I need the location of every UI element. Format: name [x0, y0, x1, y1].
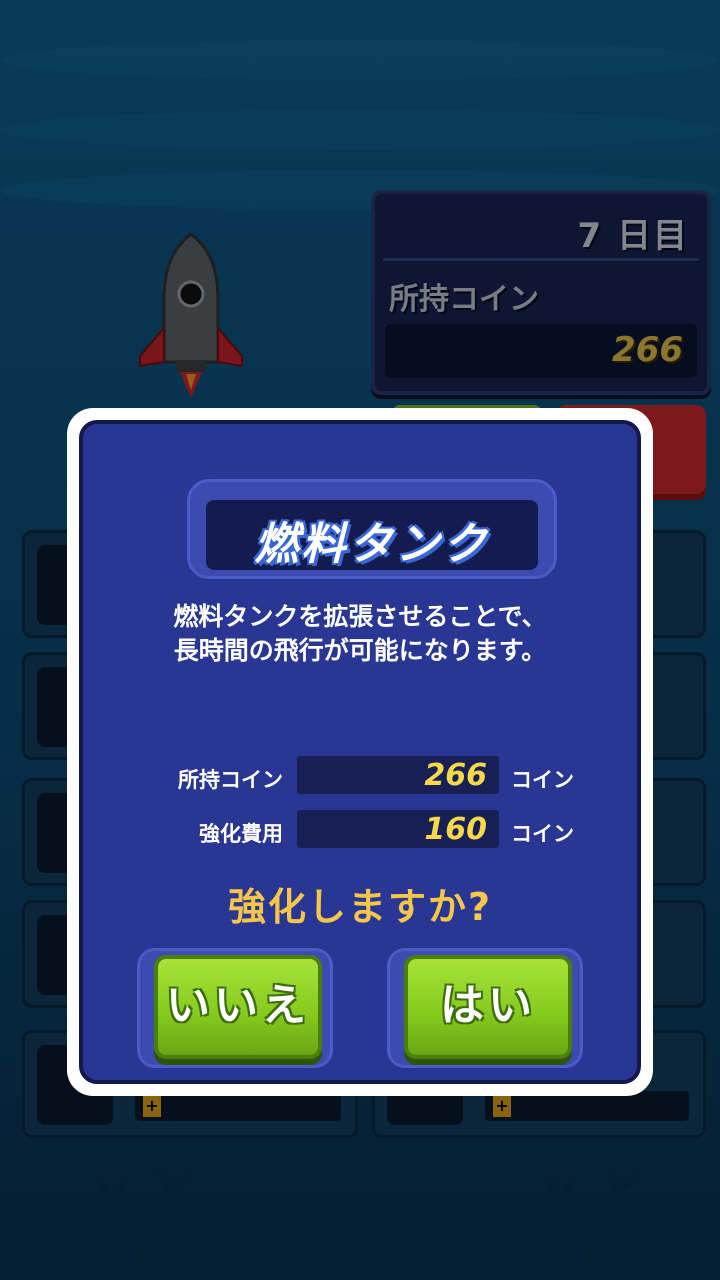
upgrade-cost-label: 強化費用	[199, 822, 283, 846]
dialog-body: 燃料タンク 燃料タンクを拡張させることで、 長時間の飛行が可能になります。 所持…	[79, 420, 641, 1084]
title-bar: 燃料タンク	[206, 500, 538, 570]
confirm-question: 強化しますか?	[227, 885, 493, 929]
owned-coins-value: 266	[424, 758, 487, 793]
no-button-frame: いいえ	[137, 948, 333, 1068]
description-line-2: 長時間の飛行が可能になります。	[173, 636, 547, 665]
upgrade-cost-unit: コイン	[511, 822, 574, 846]
upgrade-cost-value: 160	[424, 812, 487, 847]
description-line-1: 燃料タンクを拡張させることで、	[173, 602, 547, 631]
yes-button-frame: はい	[387, 948, 583, 1068]
no-button[interactable]: いいえ	[154, 955, 322, 1059]
upgrade-dialog: 燃料タンク 燃料タンクを拡張させることで、 長時間の飛行が可能になります。 所持…	[67, 408, 653, 1096]
owned-coins-unit: コイン	[511, 768, 574, 792]
upgrade-cost-box: 160	[297, 810, 499, 848]
yes-button[interactable]: はい	[404, 955, 572, 1059]
dialog-title: 燃料タンク	[254, 519, 490, 570]
title-frame: 燃料タンク	[187, 479, 557, 579]
owned-coins-label: 所持コイン	[178, 768, 283, 792]
dialog-description: 燃料タンクを拡張させることで、 長時間の飛行が可能になります。	[83, 600, 637, 668]
owned-coins-box: 266	[297, 756, 499, 794]
